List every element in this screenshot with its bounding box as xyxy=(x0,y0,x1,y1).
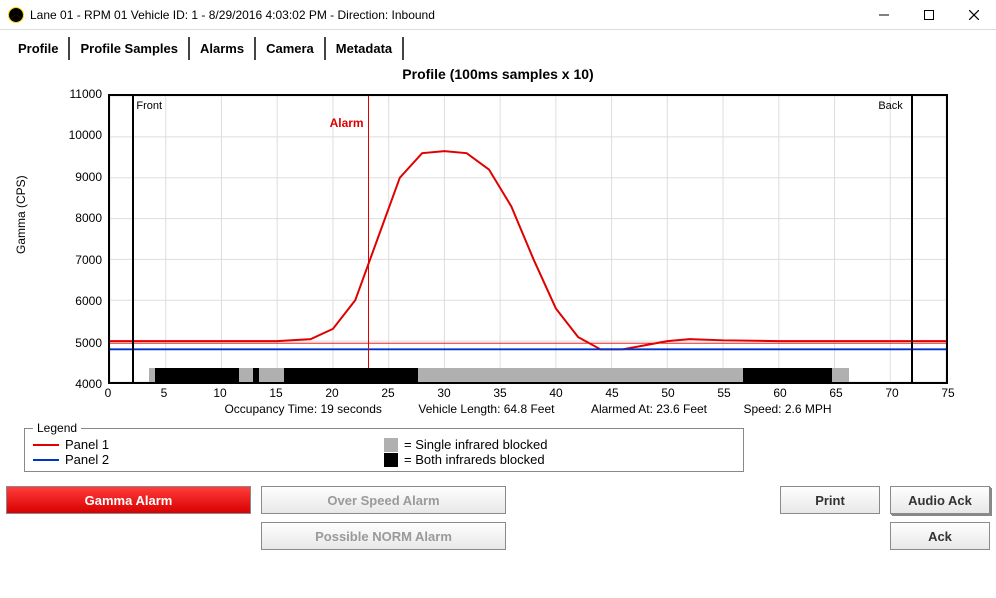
x-tick: 15 xyxy=(269,386,282,400)
front-marker-label: Front xyxy=(136,100,162,112)
x-axis: 051015202530354045505560657075 xyxy=(108,386,948,402)
alarm-marker-label: Alarm xyxy=(330,116,368,130)
y-tick: 9000 xyxy=(75,170,102,184)
x-tick: 45 xyxy=(605,386,618,400)
minimize-button[interactable] xyxy=(861,0,906,30)
y-tick: 11000 xyxy=(70,87,102,101)
close-button[interactable] xyxy=(951,0,996,30)
legend-panel1: Panel 1 xyxy=(65,437,109,452)
speed: Speed: 2.6 MPH xyxy=(743,402,831,418)
window-titlebar: Lane 01 - RPM 01 Vehicle ID: 1 - 8/29/20… xyxy=(0,0,996,30)
y-tick: 8000 xyxy=(75,211,102,225)
x-tick: 30 xyxy=(437,386,450,400)
chart-title: Profile (100ms samples x 10) xyxy=(12,66,984,82)
panel2-swatch xyxy=(33,459,59,461)
ir-segment-both xyxy=(743,368,833,382)
y-tick: 4000 xyxy=(75,377,102,391)
alarm-marker-line xyxy=(368,96,370,382)
x-tick: 70 xyxy=(885,386,898,400)
y-tick: 7000 xyxy=(75,253,102,267)
x-tick: 60 xyxy=(773,386,786,400)
legend-label: Legend xyxy=(33,421,81,435)
x-tick: 50 xyxy=(661,386,674,400)
ir-segment-both xyxy=(253,368,259,382)
print-button[interactable]: Print xyxy=(780,486,880,514)
plot-area: Front Back Alarm xyxy=(108,94,948,384)
ir-segment-both xyxy=(284,368,418,382)
legend-both-ir: = Both infrareds blocked xyxy=(404,452,545,467)
tab-metadata[interactable]: Metadata xyxy=(326,37,404,60)
ack-button[interactable]: Ack xyxy=(890,522,990,550)
alarmed-at: Alarmed At: 23.6 Feet xyxy=(591,402,707,418)
radiation-icon xyxy=(8,7,24,23)
legend: Legend Panel 1 = Single infrared blocked… xyxy=(24,428,744,472)
back-marker-label: Back xyxy=(878,100,902,112)
over-speed-alarm-button[interactable]: Over Speed Alarm xyxy=(261,486,506,514)
x-tick: 65 xyxy=(829,386,842,400)
x-tick: 0 xyxy=(105,386,112,400)
x-tick: 55 xyxy=(717,386,730,400)
y-tick: 6000 xyxy=(75,294,102,308)
x-tick: 10 xyxy=(213,386,226,400)
y-axis: 4000500060007000800090001000011000 xyxy=(58,94,106,384)
window-title: Lane 01 - RPM 01 Vehicle ID: 1 - 8/29/20… xyxy=(30,8,435,22)
maximize-button[interactable] xyxy=(906,0,951,30)
y-tick: 5000 xyxy=(75,336,102,350)
tab-profile[interactable]: Profile xyxy=(16,37,70,60)
vehicle-length: Vehicle Length: 64.8 Feet xyxy=(418,402,554,418)
gamma-alarm-button[interactable]: Gamma Alarm xyxy=(6,486,251,514)
tab-strip: Profile Profile Samples Alarms Camera Me… xyxy=(0,30,996,60)
button-bar: Gamma Alarm Over Speed Alarm Possible NO… xyxy=(6,486,990,550)
x-tick: 35 xyxy=(493,386,506,400)
x-tick: 25 xyxy=(381,386,394,400)
tab-alarms[interactable]: Alarms xyxy=(190,37,256,60)
occupancy-time: Occupancy Time: 19 seconds xyxy=(224,402,381,418)
content-area: Profile (100ms samples x 10) Gamma (CPS)… xyxy=(0,60,996,476)
both-ir-swatch xyxy=(384,453,398,467)
legend-panel2: Panel 2 xyxy=(65,452,109,467)
ir-segment-both xyxy=(155,368,239,382)
back-marker-line xyxy=(911,96,913,382)
tab-profile-samples[interactable]: Profile Samples xyxy=(70,37,190,60)
chart: Gamma (CPS) 4000500060007000800090001000… xyxy=(18,84,978,424)
chart-info-row: Occupancy Time: 19 seconds Vehicle Lengt… xyxy=(108,402,948,418)
ir-band xyxy=(110,368,946,382)
tab-camera[interactable]: Camera xyxy=(256,37,326,60)
y-axis-label: Gamma (CPS) xyxy=(14,175,28,254)
front-marker-line xyxy=(132,96,134,382)
y-tick: 10000 xyxy=(69,128,102,142)
legend-single-ir: = Single infrared blocked xyxy=(404,437,547,452)
audio-ack-button[interactable]: Audio Ack xyxy=(890,486,990,514)
x-tick: 5 xyxy=(161,386,168,400)
x-tick: 40 xyxy=(549,386,562,400)
panel1-swatch xyxy=(33,444,59,446)
possible-norm-alarm-button[interactable]: Possible NORM Alarm xyxy=(261,522,506,550)
single-ir-swatch xyxy=(384,438,398,452)
x-tick: 75 xyxy=(941,386,954,400)
x-tick: 20 xyxy=(325,386,338,400)
